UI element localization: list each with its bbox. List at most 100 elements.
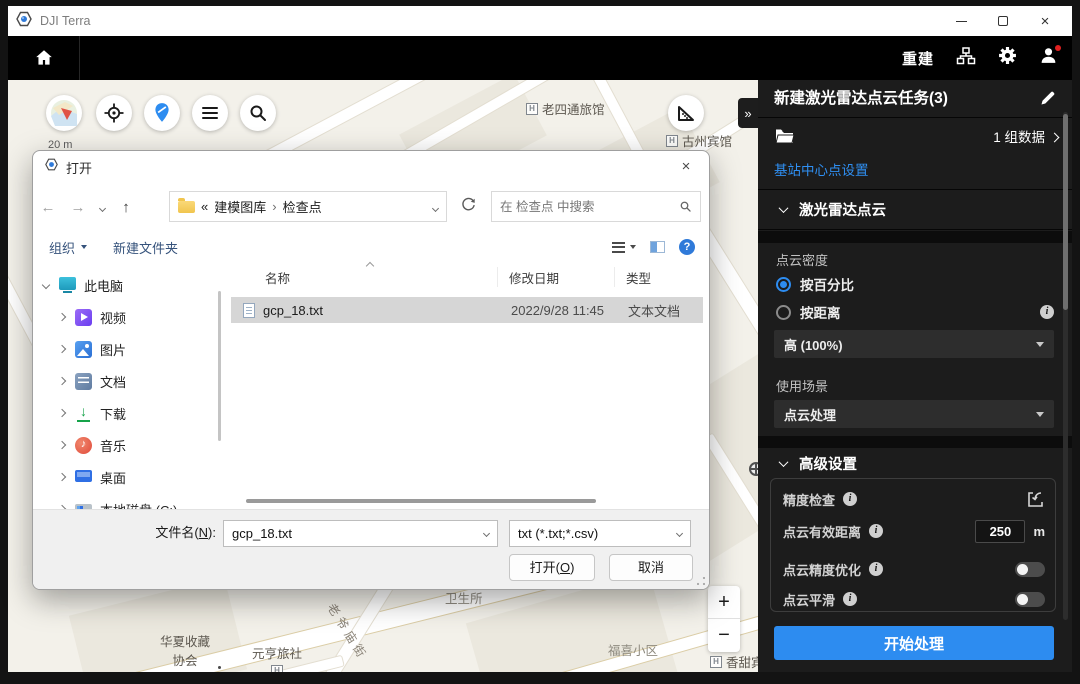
history-dropdown-button[interactable] xyxy=(93,198,111,216)
accuracy-import-button[interactable] xyxy=(1026,490,1045,509)
sidebar-item-videos[interactable]: 视频 xyxy=(57,305,126,329)
info-icon[interactable] xyxy=(869,524,884,538)
map-dot xyxy=(218,666,221,669)
lidar-section-header[interactable]: 激光雷达点云 xyxy=(758,190,1072,230)
horizontal-scrollbar[interactable] xyxy=(246,499,596,503)
address-dropdown-button[interactable] xyxy=(431,199,440,214)
back-button[interactable]: ← xyxy=(33,199,63,216)
chevron-down-icon[interactable] xyxy=(482,529,491,538)
sidebar-item-documents[interactable]: 文档 xyxy=(57,369,126,393)
file-row-selected[interactable]: gcp_18.txt 2022/9/28 11:45 文本文档 xyxy=(231,297,703,323)
start-processing-button[interactable]: 开始处理 xyxy=(774,626,1054,660)
map-search-button[interactable] xyxy=(240,95,276,131)
sidebar-item-desktop[interactable]: 桌面 xyxy=(57,465,126,489)
sidebar-item-downloads[interactable]: 下载 xyxy=(57,401,126,425)
close-button[interactable]: × xyxy=(1024,6,1066,36)
new-folder-button[interactable]: 新建文件夹 xyxy=(113,238,178,257)
accuracy-optimize-toggle[interactable] xyxy=(1015,561,1045,577)
address-bar[interactable]: « 建模图库 › 检查点 xyxy=(169,191,447,222)
panel-scrollbar[interactable] xyxy=(1063,112,1068,620)
preview-pane-icon[interactable] xyxy=(650,241,665,253)
data-count-label: 1 组数据 xyxy=(993,130,1045,145)
refresh-button[interactable] xyxy=(461,197,476,217)
zoom-in-button[interactable]: + xyxy=(708,586,740,619)
sidebar-item-music[interactable]: 音乐 xyxy=(57,433,126,457)
filename-input[interactable] xyxy=(232,526,484,541)
resize-grip[interactable] xyxy=(697,577,705,585)
search-input[interactable] xyxy=(500,199,679,214)
column-separator[interactable] xyxy=(497,267,498,287)
cluster-sitemap-button[interactable] xyxy=(956,46,976,71)
accuracy-optimize-row: 点云精度优化 xyxy=(783,557,1045,581)
forward-button[interactable]: → xyxy=(63,199,93,216)
chevron-right-icon[interactable] xyxy=(57,376,67,386)
breadcrumb-folder-current[interactable]: 检查点 xyxy=(283,197,322,216)
hotel-icon xyxy=(526,102,538,115)
locate-button[interactable] xyxy=(96,95,132,131)
rebuild-button[interactable]: 重建 xyxy=(902,48,934,69)
column-header-name[interactable]: 名称 xyxy=(265,263,290,291)
list-button[interactable] xyxy=(192,95,228,131)
density-select[interactable]: 高 (100%) xyxy=(774,330,1054,358)
panel-collapse-button[interactable]: » xyxy=(738,98,758,128)
column-header-date[interactable]: 修改日期 xyxy=(509,263,559,291)
chevron-right-icon[interactable] xyxy=(57,312,67,322)
info-icon[interactable] xyxy=(843,592,858,606)
zoom-out-button[interactable]: − xyxy=(708,619,740,652)
info-icon[interactable] xyxy=(1040,305,1054,319)
dialog-nav-row: ← → ↑ « 建模图库 › 检查点 xyxy=(33,187,709,227)
info-icon[interactable] xyxy=(843,492,858,506)
sidebar-item-pictures[interactable]: 图片 xyxy=(57,337,126,361)
organize-button[interactable]: 组织 xyxy=(49,238,88,257)
sidebar-item-this-pc[interactable]: 此电脑 xyxy=(41,273,123,297)
measure-button[interactable] xyxy=(668,95,704,131)
radio-distance-option[interactable]: 按距离 xyxy=(776,302,1054,322)
breadcrumb-folder[interactable]: 建模图库 xyxy=(214,197,266,216)
minimize-button[interactable] xyxy=(940,6,982,36)
scene-select[interactable]: 点云处理 xyxy=(774,400,1054,428)
chevron-down-icon[interactable] xyxy=(41,280,51,290)
chevron-right-icon[interactable] xyxy=(57,344,67,354)
chevron-right-icon[interactable] xyxy=(57,408,67,418)
videos-icon xyxy=(75,308,92,326)
filetype-select[interactable]: txt (*.txt;*.csv) xyxy=(509,520,691,547)
maximize-button[interactable] xyxy=(982,6,1024,36)
radio-selected-icon[interactable] xyxy=(776,276,791,292)
dialog-footer: 文件名(N): txt (*.txt;*.csv) 打开(O) 取消 xyxy=(33,509,709,589)
advanced-section-header[interactable]: 高级设置 xyxy=(758,448,1072,478)
chevron-right-icon[interactable] xyxy=(57,440,67,450)
map-layers-button[interactable] xyxy=(46,95,82,131)
column-separator[interactable] xyxy=(614,267,615,287)
radio-percent-option[interactable]: 按百分比 xyxy=(776,274,1054,294)
column-header-type[interactable]: 类型 xyxy=(626,263,651,291)
up-button[interactable]: ↑ xyxy=(111,199,141,216)
radio-unselected-icon[interactable] xyxy=(776,304,791,320)
list-view-icon xyxy=(612,241,625,253)
open-button[interactable]: 打开(O) xyxy=(509,554,595,581)
effective-distance-input[interactable] xyxy=(975,519,1026,543)
view-mode-button[interactable] xyxy=(612,241,636,253)
home-button[interactable] xyxy=(8,36,80,80)
edit-task-button[interactable] xyxy=(1040,90,1056,111)
close-icon: × xyxy=(1040,12,1050,30)
task-header: 新建激光雷达点云任务(3) xyxy=(758,80,1072,118)
chevron-right-icon[interactable] xyxy=(57,472,67,482)
sidebar-scrollbar[interactable] xyxy=(218,291,221,441)
panel-scrollbar-thumb[interactable] xyxy=(1063,114,1068,310)
account-button[interactable] xyxy=(1039,45,1061,70)
settings-button[interactable] xyxy=(998,46,1017,70)
help-button[interactable]: ? xyxy=(679,239,695,255)
info-icon[interactable] xyxy=(869,562,884,576)
minimize-icon xyxy=(955,20,967,22)
base-station-link[interactable]: 基站中心点设置 xyxy=(774,156,869,186)
data-group-row[interactable]: 1 组数据 xyxy=(758,119,1072,156)
dji-terra-logo-icon xyxy=(16,11,32,32)
dialog-close-button[interactable]: × xyxy=(675,157,697,177)
refresh-icon xyxy=(462,197,475,211)
smooth-toggle[interactable] xyxy=(1015,591,1045,607)
cancel-button[interactable]: 取消 xyxy=(609,554,693,581)
gcp-marker-icon xyxy=(749,462,758,476)
crosshair-icon xyxy=(104,103,124,123)
breadcrumb-collapse[interactable]: « xyxy=(201,199,208,214)
pin-button[interactable] xyxy=(144,95,180,131)
